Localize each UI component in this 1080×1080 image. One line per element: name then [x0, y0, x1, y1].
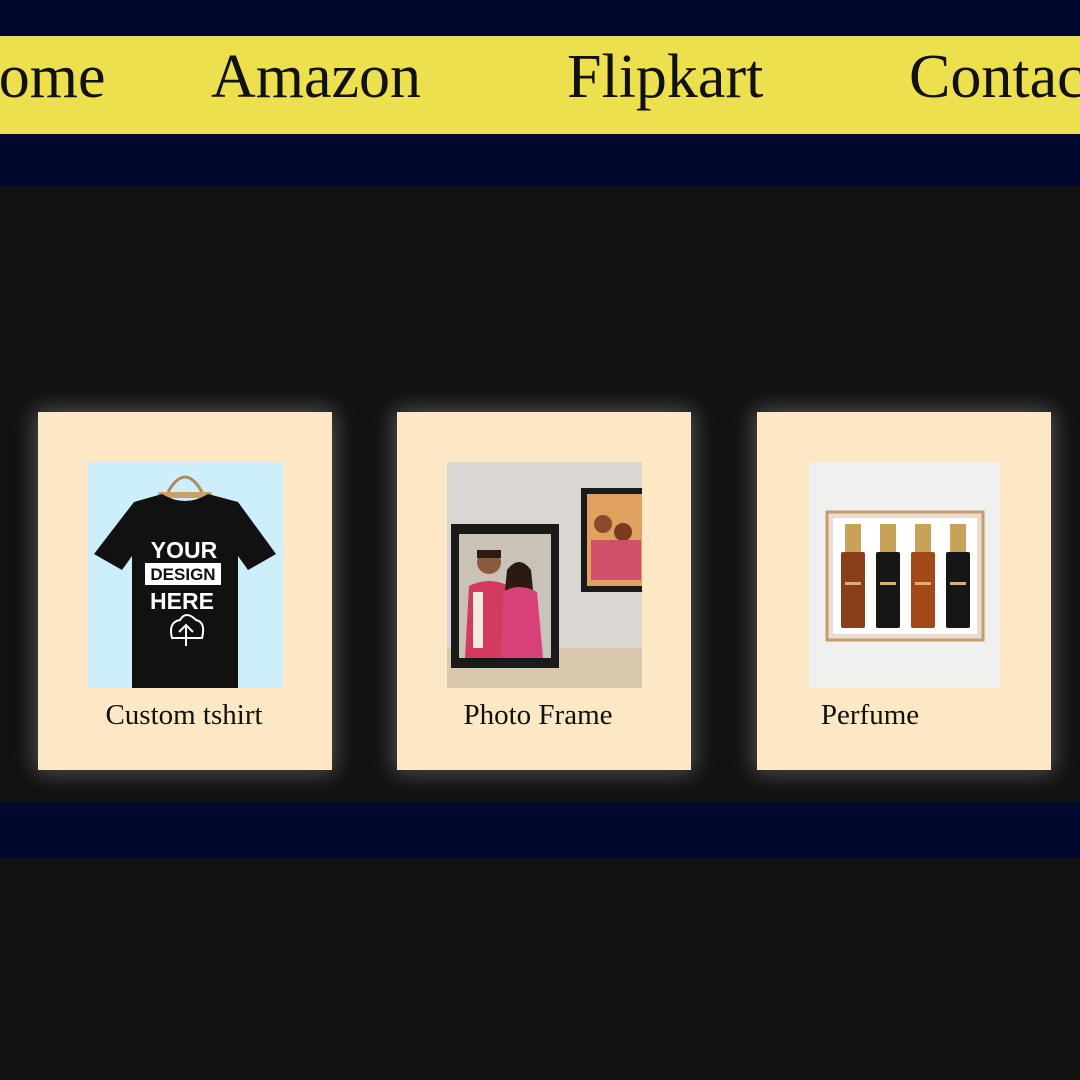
svg-text:DESIGN: DESIGN: [150, 565, 215, 584]
svg-text:YOUR: YOUR: [151, 537, 218, 563]
perfume-image: [809, 462, 1000, 688]
navbar: Home Amazon Flipkart Contact: [0, 36, 1080, 134]
page: Home Amazon Flipkart Contact YOUR DESIGN…: [0, 0, 1080, 1080]
product-label: Photo Frame: [463, 699, 613, 731]
nav-link-flipkart[interactable]: Flipkart: [567, 36, 763, 134]
product-card-custom-tshirt[interactable]: YOUR DESIGN HERE Custom tshirt: [38, 412, 332, 770]
tshirt-image: YOUR DESIGN HERE: [88, 462, 283, 688]
svg-text:HERE: HERE: [150, 588, 214, 614]
product-label: Custom tshirt: [105, 699, 263, 731]
product-label: Perfume: [820, 699, 920, 731]
photo-frame-image: [447, 462, 642, 688]
footer-band: [0, 802, 1080, 858]
product-card-photo-frame[interactable]: Photo Frame: [397, 412, 691, 770]
nav-link-contact[interactable]: Contact: [909, 36, 1080, 134]
nav-link-amazon[interactable]: Amazon: [211, 36, 421, 134]
nav-link-home[interactable]: Home: [0, 36, 106, 134]
product-card-perfume[interactable]: Perfume: [757, 412, 1051, 770]
